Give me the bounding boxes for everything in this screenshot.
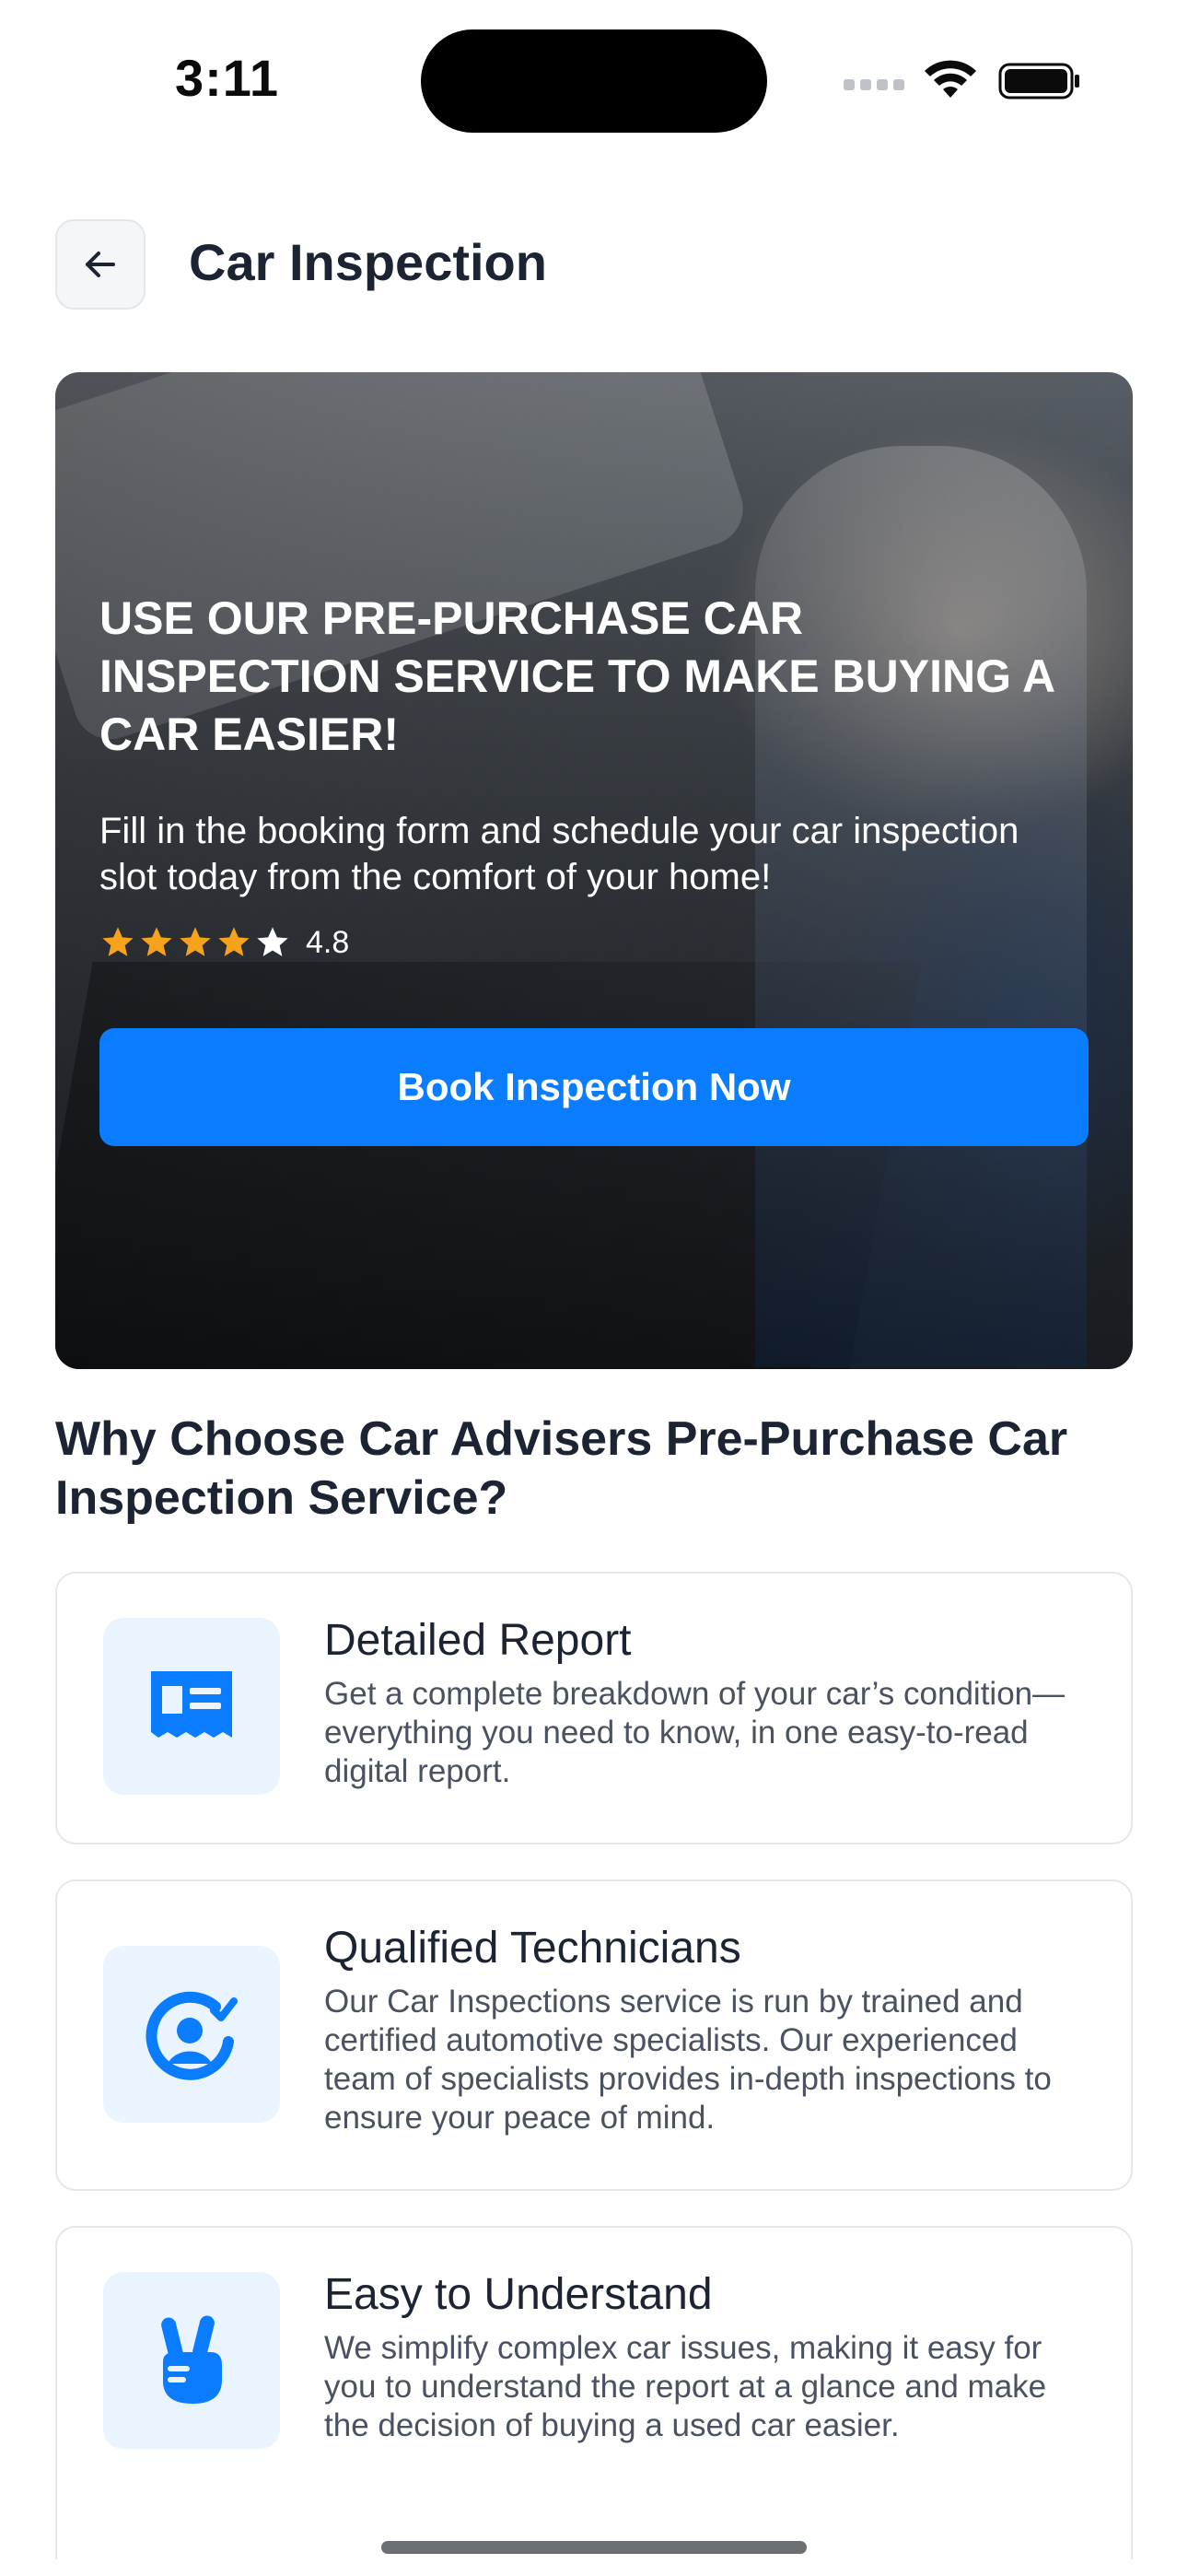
- status-bar: 3:11: [0, 0, 1188, 147]
- feature-title: Detailed Report: [324, 1616, 632, 1665]
- technician-icon: [146, 1991, 238, 2080]
- home-indicator[interactable]: [381, 2541, 807, 2554]
- feature-card-detailed-report: Detailed Report Get a complete breakdown…: [55, 1572, 1133, 1844]
- feature-icon-box: [103, 1946, 280, 2123]
- book-inspection-button[interactable]: Book Inspection Now: [99, 1028, 1089, 1146]
- star-filled-icon: [141, 927, 172, 956]
- page-title: Car Inspection: [189, 233, 547, 291]
- back-button[interactable]: [55, 219, 146, 310]
- rating-value: 4.8: [306, 924, 350, 960]
- cellular-signal-icon: [844, 79, 904, 90]
- hero-title: USE OUR PRE-PURCHASE CAR INSPECTION SERV…: [99, 592, 1054, 760]
- feature-description: We simplify complex car issues, making i…: [324, 2330, 1047, 2443]
- feature-title: Easy to Understand: [324, 2270, 713, 2319]
- battery-icon: [998, 63, 1079, 100]
- star-empty-icon: [257, 927, 288, 956]
- hero-banner: USE OUR PRE-PURCHASE CAR INSPECTION SERV…: [55, 372, 1133, 1369]
- feature-description: Our Car Inspections service is run by tr…: [324, 1984, 1052, 2136]
- feature-title: Qualified Technicians: [324, 1924, 741, 1973]
- rating: 4.8: [99, 924, 1094, 961]
- feature-icon-box: [103, 2272, 280, 2449]
- status-time: 3:11: [175, 49, 279, 107]
- feature-description: Get a complete breakdown of your car’s c…: [324, 1676, 1066, 1789]
- peace-hand-icon: [161, 2315, 222, 2404]
- feature-icon-box: [103, 1618, 280, 1795]
- star-filled-icon: [180, 927, 211, 956]
- feature-card-qualified-technicians: Qualified Technicians Our Car Inspection…: [55, 1879, 1133, 2191]
- report-icon: [151, 1671, 232, 1738]
- hero-content: USE OUR PRE-PURCHASE CAR INSPECTION SERV…: [99, 590, 1094, 961]
- hero-subtitle: Fill in the booking form and schedule yo…: [99, 811, 1019, 897]
- star-filled-icon: [218, 927, 250, 956]
- arrow-left-icon: [86, 252, 115, 277]
- why-section-title: Why Choose Car Advisers Pre-Purchase Car…: [55, 1412, 1068, 1525]
- star-filled-icon: [102, 927, 134, 956]
- wifi-icon: [925, 60, 976, 98]
- dynamic-island: [421, 29, 767, 133]
- feature-card-easy-to-understand: Easy to Understand We simplify complex c…: [55, 2226, 1133, 2559]
